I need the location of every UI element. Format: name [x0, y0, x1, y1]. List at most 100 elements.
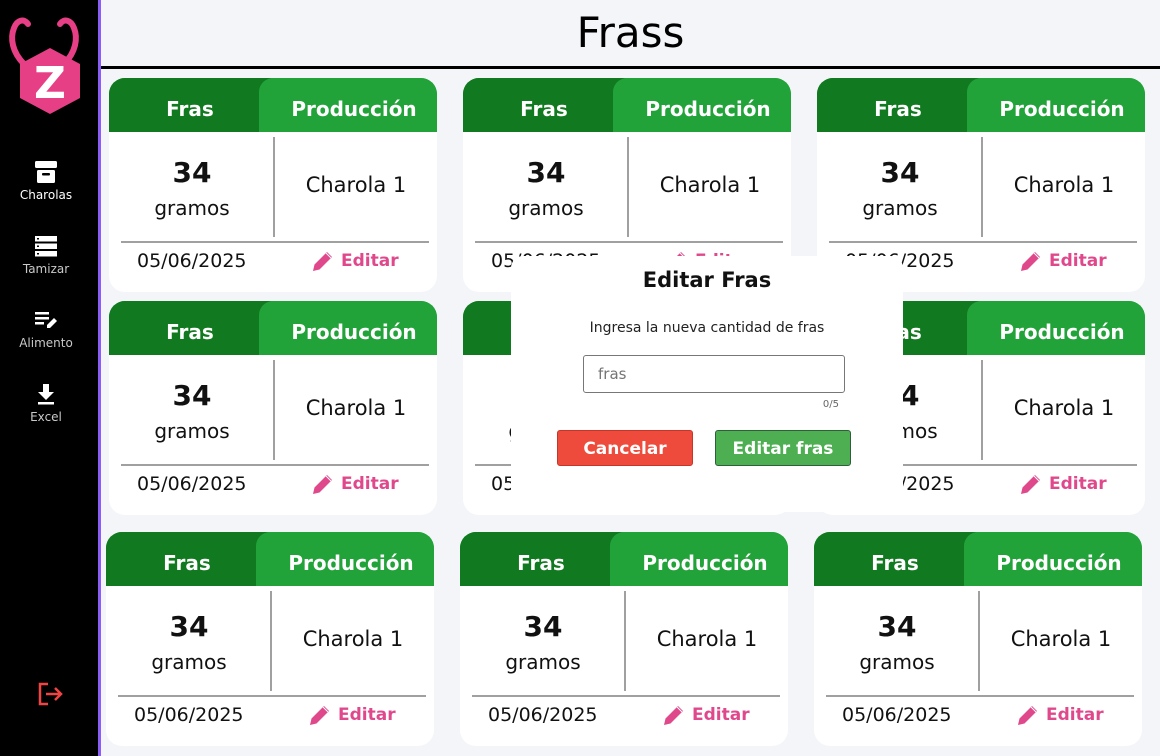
card-date: 05/06/2025	[842, 704, 952, 726]
header-produccion: Producción	[268, 532, 434, 586]
pencil-icon	[664, 706, 683, 725]
fras-input[interactable]	[583, 355, 845, 393]
card-date: 05/06/2025	[488, 704, 598, 726]
char-counter: 0/5	[822, 399, 839, 410]
archive-icon	[35, 161, 57, 183]
nav-item-tamizar[interactable]: Tamizar	[0, 234, 92, 276]
horizontal-divider	[118, 695, 426, 697]
card-header: Fras GeneradoProducción	[463, 78, 791, 183]
nav-label: Tamizar	[22, 262, 70, 276]
logout-icon[interactable]	[36, 680, 64, 708]
horizontal-divider	[829, 241, 1137, 243]
nav-item-excel[interactable]: Excel	[0, 382, 92, 424]
header-produccion: Producción	[976, 532, 1142, 586]
horizontal-divider	[826, 695, 1134, 697]
header-fras-generado: Fras Generado	[109, 78, 271, 183]
list-icon	[35, 236, 57, 257]
edit-label: Editar	[692, 705, 750, 725]
pencil-icon	[313, 252, 332, 271]
dialog-title: Editar Fras	[642, 268, 772, 292]
page-title: Frass	[576, 8, 685, 57]
header-fras-generado: Fras Generado	[106, 532, 268, 637]
edit-label: Editar	[338, 705, 396, 725]
frass-card: Fras GeneradoProducción34gramosCharola 1…	[460, 532, 788, 746]
frass-unit: gramos	[151, 650, 227, 674]
frass-unit: gramos	[154, 196, 230, 220]
frass-unit: gramos	[505, 650, 581, 674]
pencil-icon	[1021, 252, 1040, 271]
frass-amount: 34	[877, 610, 917, 643]
pencil-icon	[310, 706, 329, 725]
dialog-message: Ingresa la nueva cantidad de fras	[589, 320, 825, 336]
nav-label: Charolas	[19, 188, 73, 202]
production-tray: Charola 1	[1013, 396, 1115, 420]
header-produccion: Producción	[979, 301, 1145, 355]
edit-label: Editar	[341, 251, 399, 271]
header-produccion: Producción	[979, 78, 1145, 132]
header-produccion: Producción	[622, 532, 788, 586]
horizontal-divider	[121, 241, 429, 243]
header-produccion: Producción	[271, 78, 437, 132]
edit-label: Editar	[341, 474, 399, 494]
card-header: Fras GeneradoProducción	[109, 78, 437, 183]
frass-amount: 34	[880, 156, 920, 189]
card-header: Fras GeneradoProducción	[109, 301, 437, 406]
header-fras-generado: Fras Generado	[460, 532, 622, 637]
header-fras-generado: Fras Generado	[814, 532, 976, 637]
pencil-icon	[1021, 475, 1040, 494]
nav-item-charolas[interactable]: Charolas	[0, 160, 92, 202]
frass-card: Fras GeneradoProducción34gramosCharola 1…	[109, 301, 437, 515]
edit-label: Editar	[1049, 251, 1107, 271]
bug-z-logo[interactable]: Z	[6, 12, 86, 116]
production-tray: Charola 1	[1010, 627, 1112, 651]
frass-amount: 34	[172, 379, 212, 412]
pencil-icon	[1018, 706, 1037, 725]
header-fras-generado: Fras Generado	[817, 78, 979, 183]
production-tray: Charola 1	[305, 173, 407, 197]
frass-amount: 34	[523, 610, 563, 643]
card-date: 05/06/2025	[137, 250, 247, 272]
card-date: 05/06/2025	[134, 704, 244, 726]
edit-fras-dialog: Editar Fras Ingresa la nueva cantidad de…	[511, 256, 903, 512]
card-header: Fras GeneradoProducción	[460, 532, 788, 637]
horizontal-divider	[472, 695, 780, 697]
frass-unit: gramos	[508, 196, 584, 220]
edit-label: Editar	[1046, 705, 1104, 725]
sidebar: Z Charolas Tamizar Alimento Excel	[0, 0, 98, 756]
production-tray: Charola 1	[305, 396, 407, 420]
svg-text:Z: Z	[34, 58, 66, 109]
production-tray: Charola 1	[656, 627, 758, 651]
frass-unit: gramos	[154, 419, 230, 443]
card-date: 05/06/2025	[137, 473, 247, 495]
horizontal-divider	[121, 464, 429, 466]
header-fras-generado: Fras Generado	[109, 301, 271, 406]
edit-fras-button[interactable]: Editar fras	[715, 430, 851, 466]
production-tray: Charola 1	[1013, 173, 1115, 197]
cancel-button[interactable]: Cancelar	[557, 430, 693, 466]
pencil-icon	[313, 475, 332, 494]
frass-amount: 34	[526, 156, 566, 189]
nav-label: Alimento	[19, 336, 73, 350]
edit-label: Editar	[1049, 474, 1107, 494]
production-tray: Charola 1	[302, 627, 404, 651]
frass-unit: gramos	[862, 196, 938, 220]
download-icon	[38, 384, 54, 405]
header-fras-generado: Fras Generado	[463, 78, 625, 183]
title-divider	[101, 66, 1160, 69]
main-content: Frass Fras Generado Producción 34 gramos Cha…	[101, 0, 1160, 756]
card-header: Fras GeneradoProducción	[814, 532, 1142, 637]
edit-list-icon	[35, 312, 57, 328]
nav-label: Excel	[30, 410, 62, 424]
header-produccion: Producción	[271, 301, 437, 355]
frass-amount: 34	[169, 610, 209, 643]
production-tray: Charola 1	[659, 173, 761, 197]
frass-unit: gramos	[859, 650, 935, 674]
header-produccion: Producción	[625, 78, 791, 132]
frass-card: Fras GeneradoProducción34gramosCharola 1…	[106, 532, 434, 746]
horizontal-divider	[475, 241, 783, 243]
card-header: Fras GeneradoProducción	[106, 532, 434, 637]
frass-card: Fras GeneradoProducción34gramosCharola 1…	[109, 78, 437, 292]
card-header: Fras GeneradoProducción	[817, 78, 1145, 183]
frass-card: Fras GeneradoProducción34gramosCharola 1…	[814, 532, 1142, 746]
nav-item-alimento[interactable]: Alimento	[0, 308, 92, 350]
